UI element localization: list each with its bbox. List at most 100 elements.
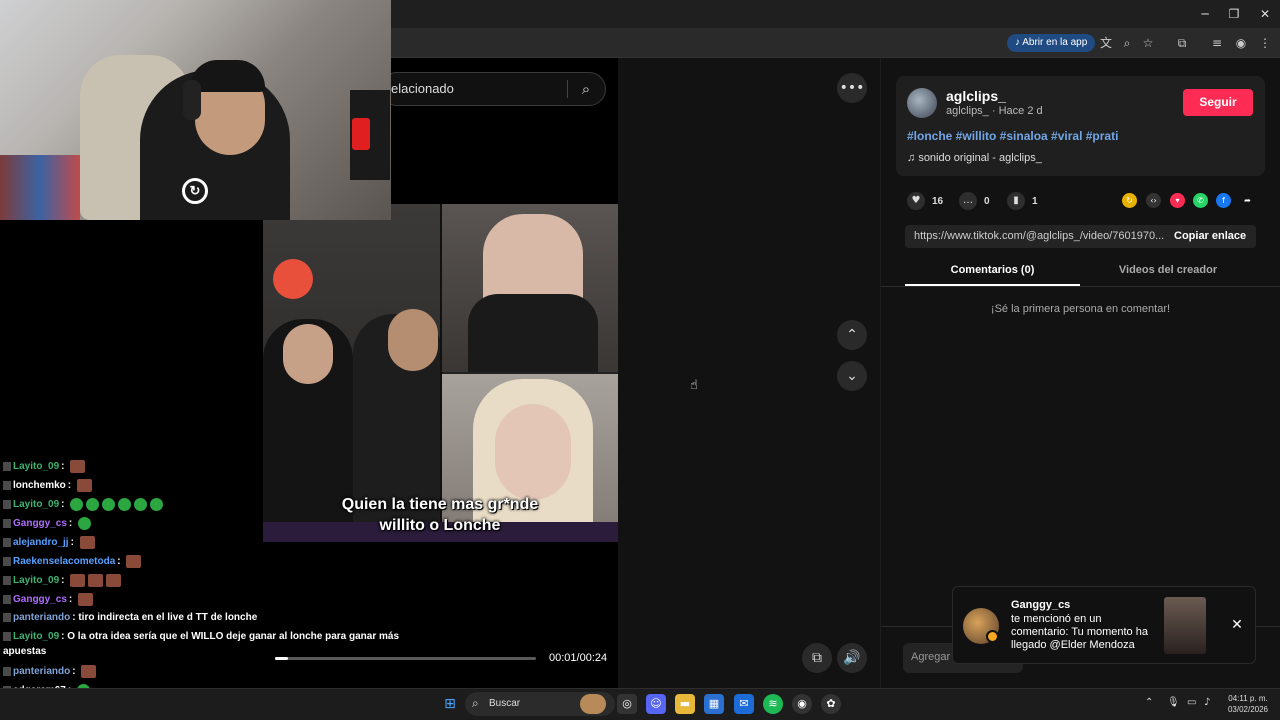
chat-badge-icon (3, 576, 11, 585)
file-explorer-icon[interactable]: ▬ (675, 694, 695, 714)
app-icon[interactable]: ◉ (792, 694, 812, 714)
zoom-icon[interactable]: ⌕ (1118, 34, 1136, 52)
profile-avatar-icon[interactable]: ◉ (1232, 34, 1250, 52)
chat-username[interactable]: Ganggy_cs (13, 594, 67, 605)
translate-icon[interactable]: 文 (1097, 34, 1115, 52)
chat-badge-icon (3, 519, 11, 528)
chat-username[interactable]: Layito_09 (13, 631, 59, 642)
search-input-text: elacionado (391, 81, 454, 96)
caption-line: Quien la tiene mas gr*nde (341, 496, 539, 513)
send-icon[interactable]: ▾ (1170, 193, 1185, 208)
chat-badge-icon (3, 631, 11, 641)
chat-message: panteriando: (3, 665, 97, 678)
chat-username[interactable]: panteriando (13, 612, 70, 623)
tab-comments[interactable]: Comentarios (0) (905, 264, 1080, 276)
chat-emote-icon (81, 665, 97, 678)
search-icon[interactable]: ⌕ (575, 78, 597, 100)
minimize-icon[interactable]: ─ (1190, 4, 1220, 24)
mouse-cursor-icon: ☝ (690, 378, 698, 393)
previous-video-icon[interactable]: ⌃ (837, 320, 867, 350)
webcam-blanket (0, 155, 80, 220)
chat-username[interactable]: Raekenselacometoda (13, 556, 115, 567)
taskbar-clock[interactable]: 04:11 p. m. 03/02/2026 (1220, 693, 1276, 715)
share-icon[interactable]: ➦ (1240, 193, 1255, 208)
chat-username[interactable]: Layito_09 (13, 499, 59, 510)
follow-button[interactable]: Seguir (1183, 89, 1253, 116)
pip-icon[interactable]: ⧉ (802, 643, 832, 673)
comment-icon[interactable]: … (959, 192, 977, 210)
empty-comments-message: ¡Sé la primera persona en comentar! (990, 303, 1171, 315)
chat-emote-icon (134, 498, 148, 511)
heart-icon[interactable]: ♥ (907, 192, 925, 210)
chat-badge-icon (3, 667, 11, 676)
next-video-icon[interactable]: ⌄ (837, 361, 867, 391)
windows-start-icon[interactable]: ⊞ (440, 694, 460, 714)
author-name[interactable]: aglclips_ (946, 88, 1006, 104)
speaker-icon[interactable]: ♪ (1204, 697, 1210, 708)
tray-chevron-icon[interactable]: ⌃ (1145, 697, 1153, 708)
chat-emote-icon (88, 574, 104, 587)
mic-icon[interactable]: 🎙 (1167, 697, 1180, 708)
chat-badge-icon (3, 612, 11, 622)
spotify-icon[interactable]: ≋ (763, 694, 783, 714)
chat-colon: : (68, 518, 76, 530)
windows-taskbar (0, 688, 1280, 720)
chat-emote-icon (78, 517, 92, 530)
progress-track[interactable] (275, 657, 536, 660)
volume-icon[interactable]: 🔊 (837, 643, 867, 673)
author-avatar[interactable] (907, 88, 937, 118)
chat-emote-icon (102, 498, 116, 511)
chat-username[interactable]: panteriando (13, 666, 70, 677)
bookmark-icon[interactable]: ▮ (1007, 192, 1025, 210)
chrome-icon[interactable]: ◎ (617, 694, 637, 714)
embed-icon[interactable]: ‹› (1146, 193, 1161, 208)
whatsapp-icon[interactable]: ✆ (1193, 193, 1208, 208)
facebook-icon[interactable]: f (1216, 193, 1231, 208)
sound-link[interactable]: ♫ sonido original - aglclips_ (907, 152, 1042, 164)
close-window-icon[interactable]: ✕ (1250, 4, 1280, 24)
network-icon[interactable]: ▭ (1187, 697, 1196, 708)
chat-emote-icon (78, 593, 94, 606)
sound-label: sonido original - aglclips_ (918, 152, 1042, 164)
author-subline: aglclips_ · Hace 2 d (946, 105, 1043, 117)
media-control-icon[interactable]: ≡ (1208, 34, 1226, 52)
more-options-icon[interactable]: ••• (837, 73, 867, 103)
copy-link-button[interactable]: Copiar enlace (1174, 230, 1246, 242)
bookmark-star-icon[interactable]: ☆ (1139, 34, 1157, 52)
chat-emote-icon (118, 498, 132, 511)
comment-count: 0 (984, 196, 990, 207)
video-person-top (468, 294, 598, 372)
tab-creator-videos[interactable]: Videos del creador (1080, 264, 1256, 276)
extensions-icon[interactable]: ⧉ (1173, 34, 1191, 52)
menu-icon[interactable]: ⋮ (1256, 34, 1274, 52)
chat-badge-icon (3, 481, 11, 490)
repost-icon[interactable]: ↻ (1122, 193, 1137, 208)
chat-username[interactable]: Layito_09 (13, 461, 59, 472)
chat-badge-icon (3, 538, 11, 547)
chat-username[interactable]: Ganggy_cs (13, 518, 67, 529)
maximize-icon[interactable]: ❐ (1219, 4, 1249, 24)
video-person-face (495, 404, 571, 500)
app-notification-icon[interactable]: ✿ (821, 694, 841, 714)
headset (183, 80, 201, 120)
chat-username[interactable]: Layito_09 (13, 575, 59, 586)
video-time: 00:01/00:24 (549, 652, 608, 664)
mail-icon[interactable]: ✉ (734, 694, 754, 714)
chat-emote-icon (106, 574, 122, 587)
video-caption: Quien la tiene mas gr*nde willito o Lonc… (330, 494, 550, 536)
discord-icon[interactable]: ☺ (646, 694, 666, 714)
chat-message: Layito_09: (3, 498, 164, 511)
search-highlight-icon[interactable] (580, 694, 606, 714)
clock-date: 03/02/2026 (1227, 705, 1269, 714)
chat-colon: : (61, 575, 68, 587)
video-player[interactable] (263, 204, 618, 542)
chat-emote-icon (150, 498, 164, 511)
notification-thumbnail (1164, 597, 1206, 654)
open-in-app-button[interactable]: ♪ Abrir en la app (1007, 34, 1096, 52)
chat-emote-icon (79, 536, 95, 549)
hashtags[interactable]: #lonche #willito #sinaloa #viral #prati (907, 129, 1118, 143)
chat-username[interactable]: alejandro_jj (13, 537, 69, 548)
chat-username[interactable]: lonchemko (13, 480, 66, 491)
store-icon[interactable]: ▦ (704, 694, 724, 714)
close-icon[interactable]: ✕ (1228, 616, 1246, 634)
